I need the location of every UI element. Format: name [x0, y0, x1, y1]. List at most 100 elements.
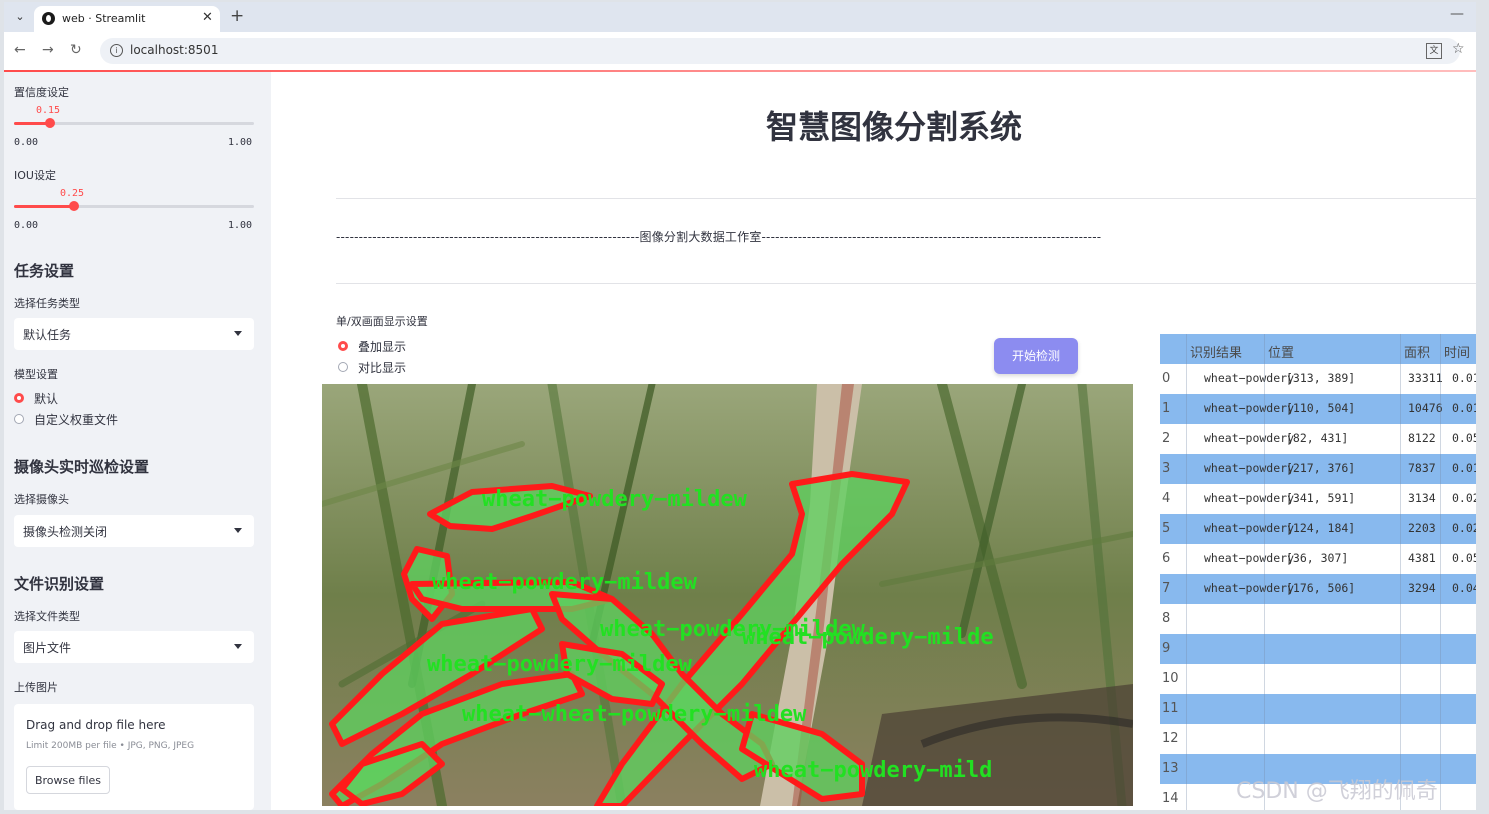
bookmark-star-icon[interactable]: ☆ — [1452, 41, 1465, 57]
minimize-icon[interactable]: — — [1450, 6, 1464, 22]
cell-time: 0.02 — [1452, 521, 1476, 535]
confidence-slider-thumb[interactable] — [45, 118, 55, 128]
site-info-icon[interactable]: i — [110, 44, 123, 57]
upload-limit-text: Limit 200MB per file • JPG, PNG, JPEG — [26, 741, 195, 751]
table-row[interactable]: 3 wheat−powdery[217, 376] 7837 0.01 — [1160, 454, 1476, 484]
cell-time: 0.01 — [1452, 371, 1476, 385]
radio-selected-icon — [338, 341, 348, 351]
upload-label: 上传图片 — [14, 681, 58, 694]
cell-result: wheat−powdery — [1204, 431, 1295, 445]
model-label: 模型设置 — [14, 368, 58, 381]
page-title: 智慧图像分割系统 — [766, 108, 1023, 146]
translate-icon[interactable]: 文 — [1426, 43, 1442, 59]
column-header-result: 识别结果 — [1190, 346, 1243, 361]
back-icon[interactable]: ← — [14, 42, 26, 58]
detection-label: wheat−powdery−mildew — [427, 652, 693, 677]
browse-files-button[interactable]: Browse files — [26, 766, 110, 794]
confidence-max: 1.00 — [228, 137, 253, 148]
iou-slider-fill — [14, 205, 74, 208]
model-option-custom: 自定义权重文件 — [34, 413, 119, 427]
cell-position: [217, 376] — [1286, 461, 1356, 475]
column-header-area: 面积 — [1404, 346, 1431, 361]
table-row[interactable]: 5 wheat−powdery[124, 184] 2203 0.02 — [1160, 514, 1476, 544]
detection-label: wheat−wheat−powdery−mildew — [462, 702, 807, 727]
cell-area: 2203 — [1408, 521, 1436, 535]
detection-label: wheat−powdery−mildew — [432, 570, 698, 595]
csdn-watermark: CSDN @飞翔的佩奇 — [1236, 779, 1438, 804]
sidebar: 置信度设定 0.15 0.00 1.00 IOU设定 0.25 0.00 1.0… — [4, 72, 271, 810]
cell-time: 0.01 — [1452, 401, 1476, 415]
studio-divider-text: ----------------------------------------… — [336, 230, 1102, 244]
table-row[interactable]: 10 — [1160, 664, 1476, 694]
column-header-time: 时间 — [1444, 346, 1471, 361]
cell-position: [313, 389] — [1286, 371, 1356, 385]
radio-unselected-icon — [14, 414, 24, 424]
drop-text: Drag and drop file here — [26, 718, 166, 732]
row-index: 10 — [1162, 671, 1179, 686]
table-row[interactable]: 12 — [1160, 724, 1476, 754]
confidence-label: 置信度设定 — [14, 86, 69, 99]
chevron-down-icon — [234, 331, 242, 336]
table-row[interactable]: 4 wheat−powdery[341, 591] 3134 0.02 — [1160, 484, 1476, 514]
camera-heading: 摄像头实时巡检设置 — [14, 458, 150, 476]
iou-min: 0.00 — [14, 220, 39, 231]
row-index: 2 — [1162, 431, 1171, 446]
segmentation-result-image: wheat−powdery−mildew wheat−powdery−milde… — [322, 384, 1133, 806]
cell-time: 0.01 — [1452, 461, 1476, 475]
start-detection-button[interactable]: 开始检测 — [994, 338, 1078, 374]
table-row[interactable]: 9 — [1160, 634, 1476, 664]
cell-time: 0.04 — [1452, 581, 1476, 595]
tab-search-icon[interactable]: ⌄ — [12, 9, 28, 25]
forward-icon[interactable]: → — [42, 42, 54, 58]
row-index: 6 — [1162, 551, 1171, 566]
new-tab-icon[interactable]: + — [230, 6, 244, 26]
results-table[interactable]: 识别结果 位置 面积 时间 0 wheat−powdery [313, 389] 33… — [1160, 334, 1476, 810]
iou-slider[interactable] — [14, 201, 254, 211]
table-row[interactable]: 2 wheat−powdery[82, 431] 8122 0.05 — [1160, 424, 1476, 454]
cell-time: 0.02 — [1452, 491, 1476, 505]
column-divider — [1400, 334, 1401, 810]
iou-slider-thumb[interactable] — [69, 201, 79, 211]
cell-area: 3134 — [1408, 491, 1436, 505]
table-row[interactable]: 0 wheat−powdery[313, 389] 33311 0.01 — [1160, 364, 1476, 394]
cell-result: wheat−powdery — [1204, 521, 1295, 535]
cell-time: 0.05 — [1452, 431, 1476, 445]
browser-tab[interactable]: web · Streamlit ✕ — [34, 6, 220, 32]
table-row[interactable]: 11 — [1160, 694, 1476, 724]
row-index: 5 — [1162, 521, 1171, 536]
cell-time: 0.05 — [1452, 551, 1476, 565]
url-field[interactable]: i localhost:8501 文 ☆ — [100, 38, 1465, 64]
confidence-slider[interactable] — [14, 118, 254, 128]
file-type-select[interactable]: 图片文件 — [14, 631, 254, 663]
table-row[interactable]: 6 wheat−powdery[36, 307] 4381 0.05 — [1160, 544, 1476, 574]
row-index: 12 — [1162, 731, 1179, 746]
task-select[interactable]: 默认任务 — [14, 318, 254, 350]
camera-select-label: 选择摄像头 — [14, 493, 69, 506]
table-row[interactable]: 8 — [1160, 604, 1476, 634]
row-index: 4 — [1162, 491, 1171, 506]
cell-position: [110, 504] — [1286, 401, 1356, 415]
radio-unselected-icon — [338, 362, 348, 372]
reload-icon[interactable]: ↻ — [70, 42, 82, 58]
url-text: localhost:8501 — [130, 43, 219, 57]
cell-result: wheat−powdery — [1204, 581, 1295, 595]
cell-position: [36, 307] — [1286, 551, 1349, 565]
table-row[interactable]: 7 wheat−powdery[176, 506] 3294 0.04 — [1160, 574, 1476, 604]
display-option-overlay: 叠加显示 — [358, 340, 407, 354]
file-uploader-dropzone[interactable]: Drag and drop file here Limit 200MB per … — [14, 704, 254, 810]
task-select-label: 选择任务类型 — [14, 297, 80, 310]
browser-window: ⌄ web · Streamlit ✕ + — ← → ↻ i localhos… — [4, 2, 1476, 810]
detection-label: wheat−powdery−mildew — [482, 487, 748, 512]
camera-select[interactable]: 摄像头检测关闭 — [14, 515, 254, 547]
table-row[interactable]: 1 wheat−powdery[110, 504] 10476 0.01 — [1160, 394, 1476, 424]
confidence-value: 0.15 — [36, 105, 61, 116]
radio-selected-icon — [14, 393, 24, 403]
cell-area: 10476 — [1408, 401, 1443, 415]
cell-result: wheat−powdery — [1204, 461, 1295, 475]
cell-result: wheat−powdery — [1204, 401, 1295, 415]
cell-area: 4381 — [1408, 551, 1436, 565]
cell-result: wheat−powdery — [1204, 371, 1295, 385]
tab-strip: ⌄ web · Streamlit ✕ + — — [4, 2, 1476, 32]
close-tab-icon[interactable]: ✕ — [202, 10, 213, 25]
file-heading: 文件识别设置 — [14, 575, 105, 593]
